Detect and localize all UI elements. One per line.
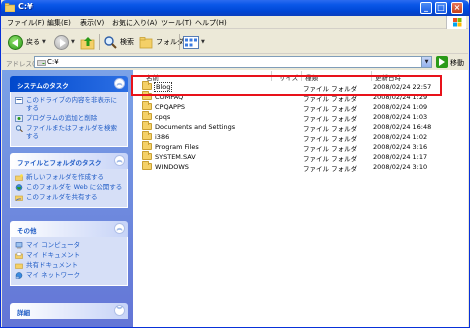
details-title: 詳細 (17, 309, 30, 317)
system-tasks-body: このドライブの内容を非表示にする プログラムの追加と削除 ファイルまたはフォルダ… (10, 92, 128, 147)
folder-icon (142, 101, 152, 110)
folder-icon (142, 121, 152, 130)
folder-icon (5, 3, 15, 12)
explorer-window: C:¥ _ □ × ファイル(F) 編集(E) 表示(V) お気に入り(A) ツ… (0, 0, 470, 328)
maximize-button[interactable]: □ (435, 2, 447, 14)
go-arrow-icon[interactable] (436, 56, 448, 68)
toolbar-separator (179, 34, 180, 50)
expand-chevron-icon[interactable]: ︾ (114, 305, 125, 316)
file-row[interactable]: SYSTEM.SAV ファイル フォルダ 2008/02/24 1:17 (133, 151, 468, 163)
window-title: C:¥ (18, 2, 33, 11)
shared-documents-icon (15, 263, 23, 269)
file-row[interactable]: CPQAPPS ファイル フォルダ 2008/02/24 1:09 (133, 101, 468, 113)
other-places-header[interactable]: その他 ︽ (10, 221, 128, 237)
task-pane: システムのタスク ︽ このドライブの内容を非表示にする プログラムの追加と削除 … (2, 70, 133, 327)
folders-button[interactable]: フォルダ (139, 34, 184, 50)
place-my-network[interactable]: マイ ネットワーク (15, 271, 123, 279)
highlight-annotation (131, 75, 442, 96)
menu-help[interactable]: ヘルプ(H) (195, 18, 227, 28)
forward-arrow-icon (54, 34, 69, 50)
new-folder-icon (15, 174, 23, 181)
collapse-chevron-icon[interactable]: ︽ (114, 155, 125, 166)
programs-icon (15, 115, 23, 122)
other-places-body: マイ コンピュータ マイ ドキュメント 共有ドキュメント マイ ネットワーク (10, 237, 128, 286)
folder-icon (142, 141, 152, 150)
globe-icon (15, 184, 23, 191)
menu-tools[interactable]: ツール(T) (161, 18, 192, 28)
file-row[interactable]: i386 ファイル フォルダ 2008/02/24 1:02 (133, 131, 468, 143)
folder-icon (142, 131, 152, 140)
chevron-down-icon: ▼ (201, 39, 205, 45)
file-folder-tasks-panel: ファイルとフォルダのタスク ︽ 新しいフォルダを作成する このフォルダを Web… (10, 153, 128, 208)
share-folder-icon (15, 195, 23, 201)
go-button[interactable]: 移動 (450, 58, 464, 68)
windows-logo-icon (446, 16, 466, 29)
search-icon (104, 36, 117, 49)
details-header[interactable]: 詳細 ︾ (10, 303, 128, 319)
address-dropdown-button[interactable]: ▼ (421, 57, 431, 67)
folder-icon (142, 161, 152, 170)
minimize-button[interactable]: _ (420, 2, 432, 14)
menu-bar: ファイル(F) 編集(E) 表示(V) お気に入り(A) ツール(T) ヘルプ(… (2, 16, 468, 29)
my-documents-icon (15, 252, 23, 259)
folder-icon (142, 111, 152, 120)
views-icon (183, 35, 199, 49)
chevron-down-icon: ▼ (42, 39, 46, 45)
task-new-folder[interactable]: 新しいフォルダを作成する (15, 173, 123, 181)
views-button[interactable]: ▼ (183, 34, 205, 50)
address-bar: アドレス(D) C:¥ ▼ 移動 (2, 55, 468, 69)
details-panel: 詳細 ︾ (10, 303, 128, 319)
file-folder-tasks-header[interactable]: ファイルとフォルダのタスク ︽ (10, 153, 128, 169)
search-button[interactable]: 検索 (103, 34, 134, 50)
file-row[interactable]: WINDOWS ファイル フォルダ 2008/02/24 3:10 (133, 161, 468, 173)
task-hide-drive-contents[interactable]: このドライブの内容を非表示にする (15, 96, 123, 112)
place-my-computer[interactable]: マイ コンピュータ (15, 241, 123, 249)
my-computer-icon (15, 242, 23, 249)
other-places-panel: その他 ︽ マイ コンピュータ マイ ドキュメント 共有ドキュメント マイ ネッ… (10, 221, 128, 286)
forward-button[interactable]: ▼ (54, 34, 75, 50)
task-publish-web[interactable]: このフォルダを Web に公開する (15, 183, 123, 191)
title-bar[interactable]: C:¥ _ □ × (1, 0, 469, 16)
task-add-remove-programs[interactable]: プログラムの追加と削除 (15, 114, 123, 122)
file-row[interactable]: Program Files ファイル フォルダ 2008/02/24 3:16 (133, 141, 468, 153)
file-folder-tasks-body: 新しいフォルダを作成する このフォルダを Web に公開する このフォルダを共有… (10, 169, 128, 208)
menu-favorites[interactable]: お気に入り(A) (112, 18, 157, 28)
hide-contents-icon (15, 97, 23, 104)
file-folder-tasks-title: ファイルとフォルダのタスク (17, 159, 102, 167)
address-input[interactable]: C:¥ ▼ (34, 56, 432, 68)
other-places-title: その他 (17, 227, 37, 235)
system-tasks-title: システムのタスク (17, 82, 69, 90)
system-tasks-panel: システムのタスク ︽ このドライブの内容を非表示にする プログラムの追加と削除 … (10, 76, 128, 147)
close-button[interactable]: × (451, 2, 463, 14)
place-my-documents[interactable]: マイ ドキュメント (15, 251, 123, 259)
toolbar-separator (99, 34, 100, 50)
menu-edit[interactable]: 編集(E) (47, 18, 71, 28)
toolbar: 戻る ▼ ▼ 検索 フォルダ ▼ (2, 30, 468, 54)
back-button[interactable]: 戻る ▼ (8, 34, 46, 50)
folder-icon (142, 151, 152, 160)
collapse-chevron-icon[interactable]: ︽ (114, 223, 125, 234)
system-tasks-header[interactable]: システムのタスク ︽ (10, 76, 128, 92)
chevron-down-icon: ▼ (71, 39, 75, 45)
task-search-files[interactable]: ファイルまたはフォルダを検索する (15, 124, 123, 140)
file-row[interactable]: cpqs ファイル フォルダ 2008/02/24 1:03 (133, 111, 468, 123)
menu-view[interactable]: 表示(V) (80, 18, 104, 28)
collapse-chevron-icon[interactable]: ︽ (114, 78, 125, 89)
network-icon (15, 272, 23, 279)
task-share-folder[interactable]: このフォルダを共有する (15, 193, 123, 201)
search-icon (15, 125, 23, 132)
file-row[interactable]: Documents and Settings ファイル フォルダ 2008/02… (133, 121, 468, 133)
folder-icon (139, 36, 153, 48)
back-arrow-icon (8, 34, 23, 50)
place-shared-documents[interactable]: 共有ドキュメント (15, 261, 123, 269)
file-list-pane: 名前 サイズ 種類 更新日時 Blog ファイル フォルダ 2008/02/24… (133, 70, 468, 327)
drive-icon (37, 60, 46, 66)
menu-file[interactable]: ファイル(F) (7, 18, 45, 28)
up-folder-button[interactable] (80, 34, 96, 50)
up-folder-icon (80, 36, 95, 49)
address-value: C:¥ (47, 58, 59, 66)
